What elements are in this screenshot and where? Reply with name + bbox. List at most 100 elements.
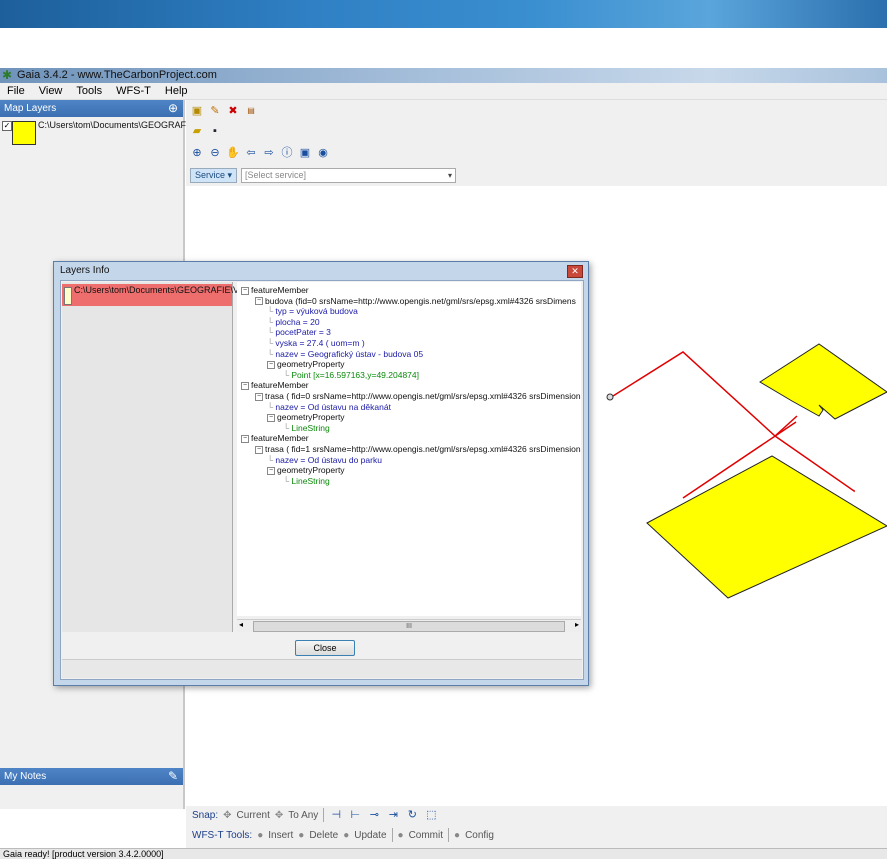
tree-node[interactable]: └ plocha = 20 [267,317,320,327]
tree-node[interactable]: └ Point [x=16.597163,y=49.204874] [283,370,419,380]
tree-node[interactable]: − geometryProperty [267,359,345,369]
expand-collapse-icon[interactable]: − [241,382,249,391]
expand-collapse-icon[interactable]: − [255,445,263,454]
snap-rotate-icon[interactable]: ↻ [405,808,419,822]
building-polygon-small[interactable] [759,343,887,420]
my-notes-header: My Notes ✎ [0,768,183,785]
expand-collapse-icon[interactable]: − [267,413,275,422]
dialog-title: Layers Info [60,265,110,276]
tree-node[interactable]: − featureMember [241,285,309,295]
insert-button[interactable]: Insert [268,830,293,841]
scroll-left-icon[interactable]: ◂ [239,620,243,629]
tree-node[interactable]: └ pocetPater = 3 [267,327,331,337]
zoom-out-icon[interactable]: ⊖ [208,146,222,160]
tree-node[interactable]: └ nazev = Od ústavu na děkanát [267,402,391,412]
expand-collapse-icon[interactable]: − [241,286,249,295]
notes-area[interactable] [0,785,183,809]
snap-endpoint-icon[interactable]: ⊢ [348,808,362,822]
tree-node-label: budova (fid=0 srsName=http://www.opengis… [265,295,576,306]
update-icon: ● [343,829,350,841]
tree-node[interactable]: − featureMember [241,433,309,443]
properties-icon[interactable]: ▣ [190,104,204,118]
tree-node[interactable]: └ nazev = Od ústavu do parku [267,455,382,465]
route-line-1[interactable] [612,351,798,438]
expand-collapse-icon[interactable]: − [241,435,249,444]
snap-end-icon[interactable]: ⇥ [386,808,400,822]
snap-current-button[interactable]: Current [237,810,270,821]
layer-row[interactable]: ✓ C:\Users\tom\Documents\GEOGRAFIE\VÝUKA… [0,117,285,149]
delete-icon[interactable]: ✖ [226,104,240,118]
menu-wfst[interactable]: WFS-T [109,83,158,99]
tree-node[interactable]: − budova (fid=0 srsName=http://www.opengi… [255,296,576,306]
separator [391,828,393,842]
bottom-toolbars: Snap: ✥ Current ✥ To Any ⊣ ⊢ ⊸ ⇥ ↻ ⬚ WFS… [186,806,887,848]
layers-info-dialog: Layers Info ✕ C:\Users\tom\Documents\GEO… [53,261,589,686]
forward-arrow-icon[interactable]: ⇨ [262,146,276,160]
menu-help[interactable]: Help [158,83,195,99]
tree-node[interactable]: − geometryProperty [267,465,345,475]
update-button[interactable]: Update [354,830,386,841]
expand-collapse-icon[interactable]: − [255,392,263,401]
menu-view[interactable]: View [32,83,70,99]
map-layers-title: Map Layers [4,103,57,114]
save-icon[interactable]: ▪ [208,124,222,138]
delete-button[interactable]: Delete [309,830,338,841]
delete-feature-icon: ● [298,829,305,841]
tree-node[interactable]: └ vyska = 27.4 ( uom=m ) [267,338,365,348]
tree-node-label: geometryProperty [277,465,345,476]
menu-tools[interactable]: Tools [69,83,109,99]
tree-node[interactable]: − featureMember [241,380,309,390]
zoom-in-icon[interactable]: ⊕ [190,146,204,160]
pan-hand-icon[interactable]: ✋ [226,146,240,160]
tree-node-label: featureMember [251,285,309,295]
expand-collapse-icon[interactable]: − [255,297,263,306]
dialog-footer [62,659,582,678]
tree-node[interactable]: └ LineString [283,476,330,486]
expand-collapse-icon[interactable]: − [267,466,275,475]
add-layer-icon[interactable]: ⊕ [168,100,178,117]
commit-button[interactable]: Commit [409,830,443,841]
info-icon[interactable]: ⓘ [280,146,294,160]
close-icon[interactable]: ✕ [567,265,583,278]
back-arrow-icon[interactable]: ⇦ [244,146,258,160]
open-folder-icon[interactable]: ▰ [190,124,204,138]
point-feature[interactable] [606,393,614,401]
config-icon: ● [454,829,461,841]
scroll-thumb[interactable]: III [253,621,565,632]
config-button[interactable]: Config [465,830,494,841]
edit-icon[interactable]: ✎ [208,104,222,118]
snap-vertex-icon[interactable]: ⊸ [367,808,381,822]
snap-extent-icon[interactable]: ⬚ [424,808,438,822]
expand-collapse-icon[interactable]: − [267,360,275,369]
map-layers-header: Map Layers ⊕ [0,100,183,117]
tree-node-label: geometryProperty [277,359,345,370]
tree-node-label: vyska = 27.4 ( uom=m ) [275,338,365,348]
tree-node[interactable]: − trasa ( fid=0 srsName=http://www.opengi… [255,391,581,401]
notes-icon[interactable]: ✎ [168,768,178,785]
close-button[interactable]: Close [295,640,355,656]
service-button[interactable]: Service ▾ [190,167,238,183]
service-select[interactable]: [Select service] ▾ [241,167,457,183]
layer-list-item[interactable]: C:\Users\tom\Documents\GEOGRAFIE\VÝUKA\2… [62,284,321,306]
menu-file[interactable]: File [0,83,32,99]
layer-visibility-checkbox[interactable]: ✓ [2,121,12,131]
horizontal-scrollbar[interactable]: ◂ III ▸ [237,619,581,632]
building-polygon-large[interactable] [646,455,887,599]
full-extent-icon[interactable]: ▣ [298,146,312,160]
toolbar-row-1: ▣ ✎ ✖ ▤ [190,102,258,120]
scroll-right-icon[interactable]: ▸ [575,620,579,629]
tree-node[interactable]: └ LineString [283,423,330,433]
refresh-icon[interactable]: ◉ [316,146,330,160]
tree-node[interactable]: − geometryProperty [267,412,345,422]
menu-bar: File View Tools WFS-T Help [0,83,887,100]
desktop-gap [0,28,887,68]
tree-node[interactable]: − trasa ( fid=1 srsName=http://www.opengi… [255,444,581,454]
tree-node[interactable]: └ nazev = Geografický ústav - budova 05 [267,349,423,359]
snap-to-any-button[interactable]: To Any [288,810,318,821]
feature-tree[interactable]: − featureMember − budova (fid=0 srsName=htt… [237,282,581,616]
edit-text-icon[interactable]: ▤ [244,104,258,118]
toolbar-row-2: ▰ ▪ [190,122,222,140]
tree-node[interactable]: └ typ = výuková budova [267,306,358,316]
snap-segment-icon[interactable]: ⊣ [329,808,343,822]
tree-node-label: trasa ( fid=0 srsName=http://www.opengis… [265,391,581,401]
